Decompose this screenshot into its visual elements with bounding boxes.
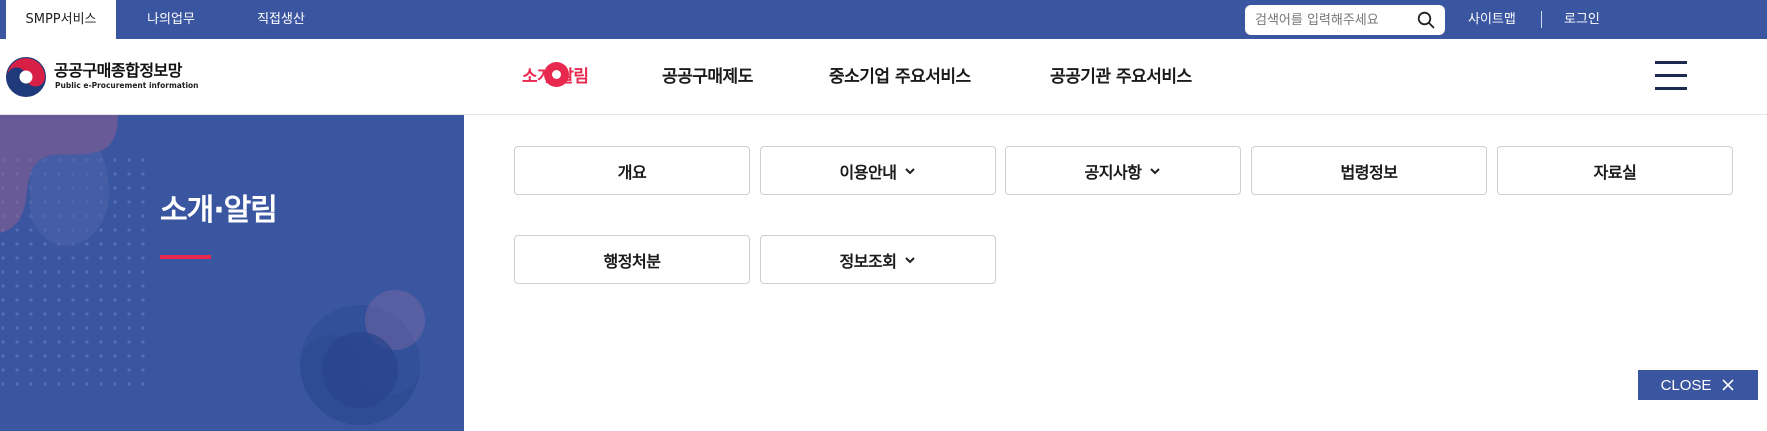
submenu-label: 법령정보 (1340, 162, 1398, 182)
logo-title: 공공구매종합정보망 (54, 61, 182, 80)
utility-divider (1541, 11, 1542, 28)
login-link[interactable]: 로그인 (1564, 0, 1600, 39)
site-logo[interactable]: 공공구매종합정보망 Public e-Procurement informati… (6, 57, 206, 97)
search-icon[interactable] (1417, 11, 1435, 29)
sitemap-link[interactable]: 사이트맵 (1468, 0, 1516, 39)
submenu-label: 이용안내 (839, 162, 897, 182)
submenu-label: 행정처분 (603, 251, 661, 271)
submenu-overview[interactable]: 개요 (514, 146, 750, 195)
hamburger-icon[interactable] (1655, 61, 1687, 91)
section-title: 소개·알림 (160, 193, 278, 228)
submenu-info-inquiry[interactable]: 정보조회 (760, 235, 996, 284)
submenu-label: 정보조회 (839, 251, 897, 271)
logo-subtitle: Public e-Procurement information (55, 81, 199, 90)
submenu-label: 자료실 (1593, 162, 1637, 182)
submenu-administrative-disposition[interactable]: 행정처분 (514, 235, 750, 284)
taegeuk-emblem-icon (6, 57, 46, 97)
tab-my-work[interactable]: 나의업무 (126, 0, 216, 39)
close-label: CLOSE (1660, 376, 1712, 394)
chevron-down-icon (905, 167, 916, 174)
search-input[interactable] (1255, 9, 1415, 31)
submenu-side-panel: 소개·알림 (0, 115, 464, 431)
submenu-legal-info[interactable]: 법령정보 (1251, 146, 1487, 195)
title-underline (160, 255, 211, 259)
chevron-down-icon (905, 256, 916, 263)
nav-sme-services[interactable]: 중소기업 주요서비스 (829, 39, 971, 115)
utility-bar: SMPP서비스 나의업무 직접생산 사이트맵 로그인 (0, 0, 1767, 39)
nav-public-agency-services[interactable]: 공공기관 주요서비스 (1050, 39, 1192, 115)
taegeuk-decoration (0, 115, 425, 425)
tab-direct-production[interactable]: 직접생산 (236, 0, 326, 39)
submenu-label: 공지사항 (1084, 162, 1142, 182)
main-header: 공공구매종합정보망 Public e-Procurement informati… (0, 39, 1767, 115)
submenu-usage-guide[interactable]: 이용안내 (760, 146, 996, 195)
submenu-notices[interactable]: 공지사항 (1005, 146, 1241, 195)
active-nav-indicator (544, 62, 569, 87)
submenu-archive[interactable]: 자료실 (1497, 146, 1733, 195)
nav-public-procurement-system[interactable]: 공공구매제도 (662, 39, 753, 115)
close-button[interactable]: CLOSE (1638, 370, 1758, 400)
close-icon (1722, 379, 1734, 391)
search-box (1245, 5, 1445, 35)
submenu-label: 개요 (617, 162, 647, 182)
tab-smpp-service[interactable]: SMPP서비스 (6, 0, 116, 39)
chevron-down-icon (1150, 167, 1161, 174)
